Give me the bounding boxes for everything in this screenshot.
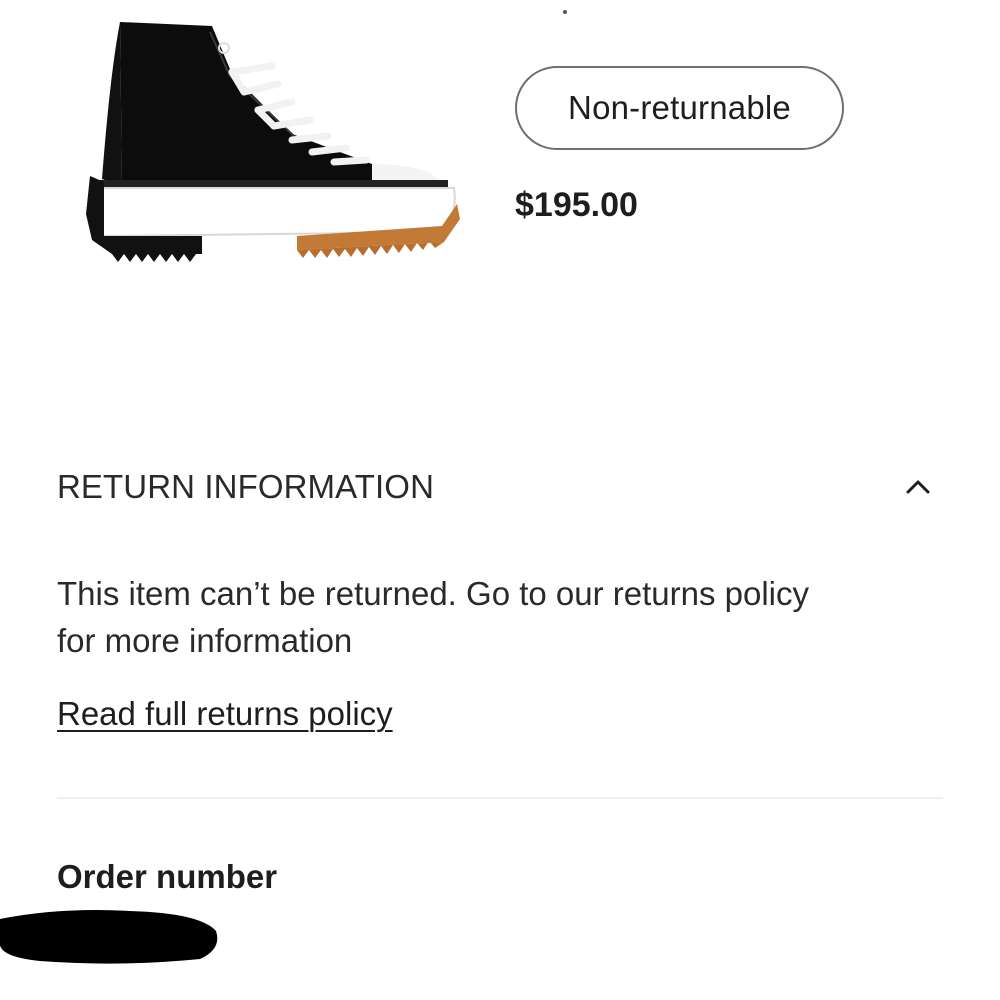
return-message: This item can’t be returned. Go to our r… (57, 570, 947, 664)
product-price: $195.00 (515, 186, 638, 224)
return-message-line-2: for more information (57, 622, 353, 659)
badge-label: Non-returnable (568, 89, 791, 126)
return-information-header[interactable]: RETURN INFORMATION (57, 462, 943, 512)
section-title: RETURN INFORMATION (57, 468, 434, 505)
redacted-order-number (0, 910, 218, 964)
divider (57, 797, 943, 799)
stray-mark (563, 10, 567, 14)
chevron-up-icon[interactable] (903, 472, 933, 502)
order-detail-page: Non-returnable $195.00 RETURN INFORMATIO… (0, 0, 1000, 1000)
return-message-line-1: This item can’t be returned. Go to our r… (57, 575, 810, 612)
returns-policy-link[interactable]: Read full returns policy (57, 695, 393, 733)
order-number-label: Order number (57, 858, 278, 895)
product-image (86, 22, 460, 262)
non-returnable-badge: Non-returnable (515, 66, 844, 150)
